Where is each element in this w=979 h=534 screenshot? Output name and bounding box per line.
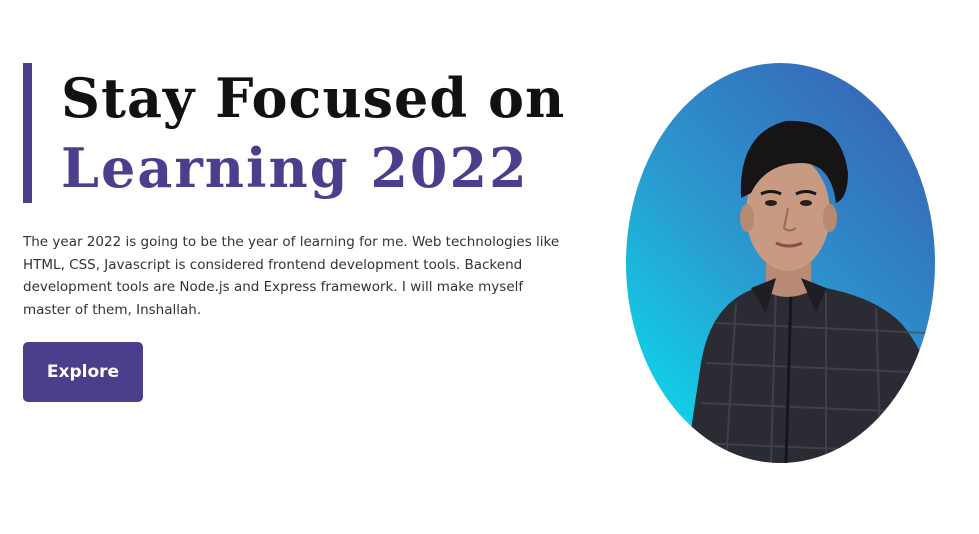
hero-title-block: Stay Focused on Learning 2022 (23, 63, 565, 203)
person-illustration (686, 120, 935, 463)
hero-title-line1: Stay Focused on (61, 66, 566, 130)
hero-description: The year 2022 is going to be the year of… (23, 234, 560, 318)
hero-section: Stay Focused on Learning 2022 The year 2… (0, 0, 979, 534)
explore-button[interactable]: Explore (23, 342, 143, 402)
profile-photo (626, 63, 935, 463)
hero-title-line2: Learning 2022 (61, 136, 529, 200)
